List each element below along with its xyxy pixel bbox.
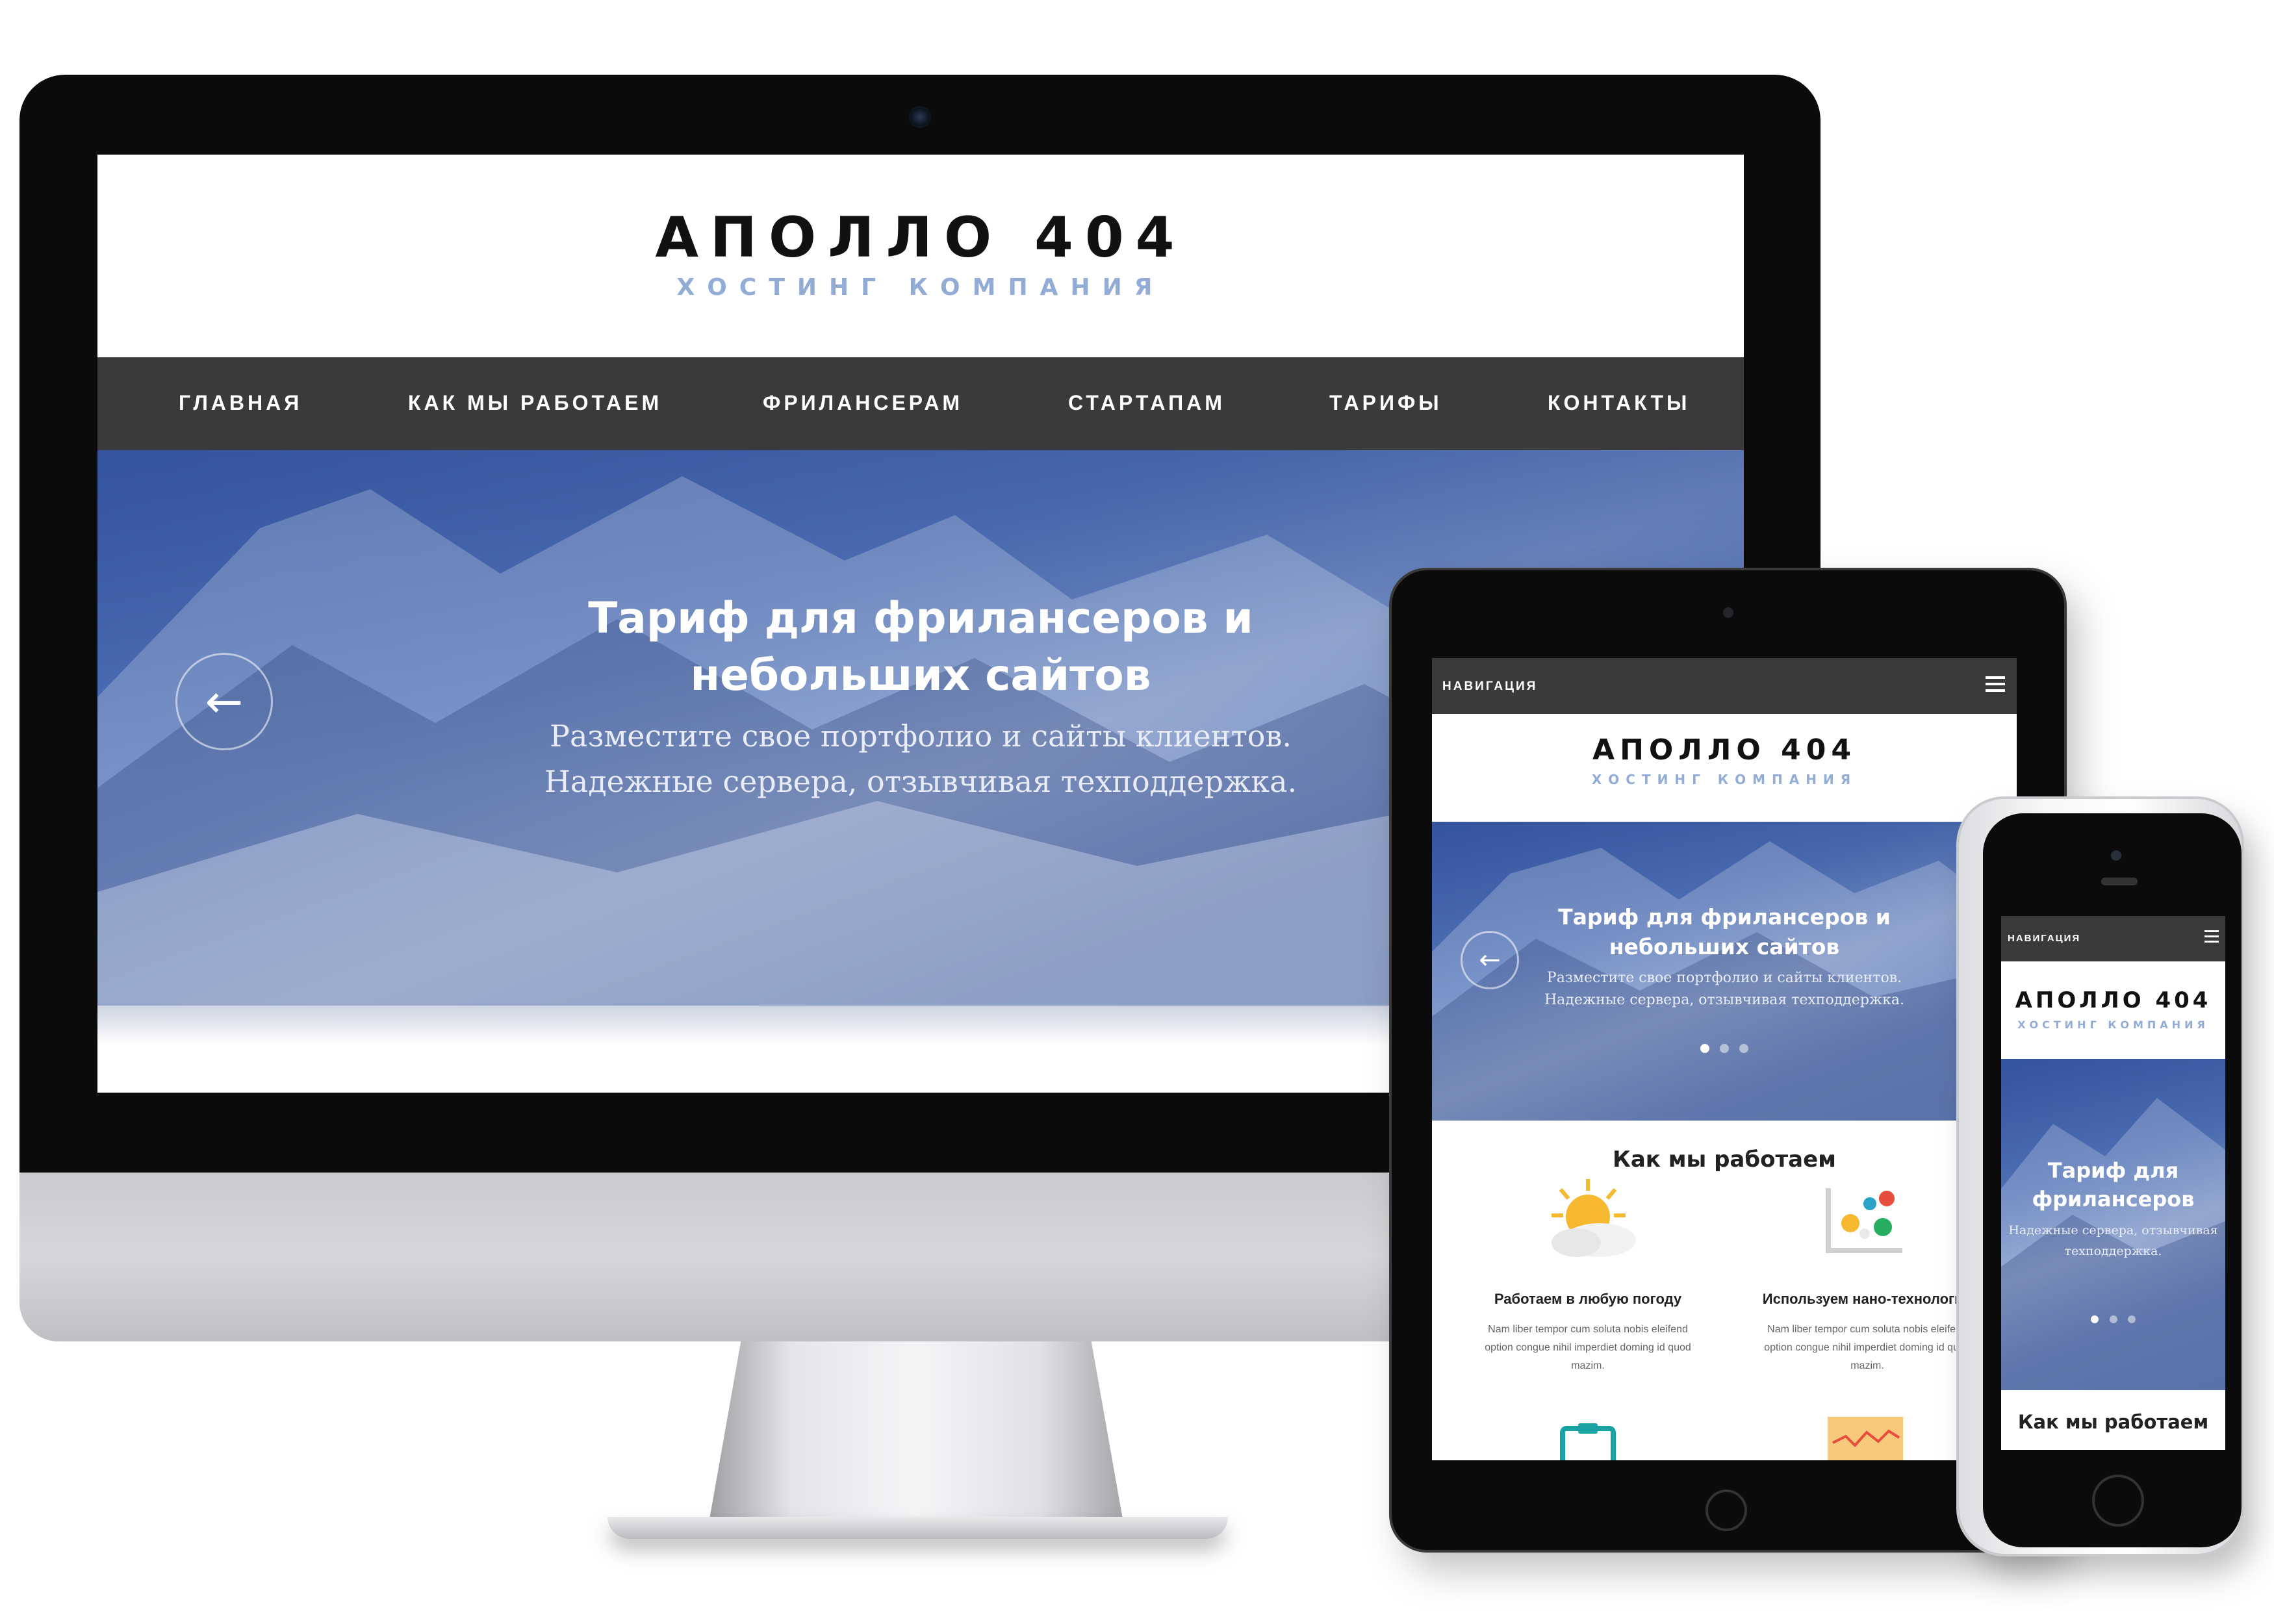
monitor-stand-base [607,1517,1228,1539]
home-button-icon[interactable] [1706,1490,1747,1531]
phone-speaker [2101,878,2138,885]
slider-prev-button[interactable]: ← [1461,931,1519,989]
slider-prev-button[interactable]: ← [175,653,273,750]
section-title: Как мы работаем [2017,1411,2209,1433]
home-button-icon[interactable] [2092,1475,2144,1527]
hamburger-icon[interactable] [2204,930,2219,943]
slider-dot[interactable] [1700,1044,1709,1053]
camera-icon [909,106,931,128]
nav-item-how-we-work[interactable]: КАК МЫ РАБОТАЕМ [408,391,662,415]
arrow-left-icon: ← [1479,945,1501,975]
feature-text-line: Nam liber tempor cum soluta nobis eleife… [1488,1324,1688,1335]
nav-item-freelancers[interactable]: ФРИЛАНСЕРАМ [763,391,963,415]
slider-dots [2001,1315,2225,1326]
phone-header: АПОЛЛО 404 ХОСТИНГ КОМПАНИЯ [2001,961,2225,1059]
phone-hero-title-line2: фрилансеров [2032,1187,2195,1212]
nav-item-home[interactable]: ГЛАВНАЯ [179,391,302,415]
feature1-text: Nam liber tempor cum soluta nobis eleife… [1458,1321,1718,1375]
hero-content: Тариф для фрилансеров Надежные сервера, … [2001,1156,2225,1262]
phone-nav-label: НАВИГАЦИЯ [2008,933,2081,944]
arrow-left-icon: ← [205,675,244,728]
tablet-header: АПОЛЛО 404 ХОСТИНГ КОМПАНИЯ [1432,714,2017,822]
feature1-title: Работаем в любую погоду [1494,1291,1682,1307]
logo-title: АПОЛЛО 404 [2015,987,2212,1013]
line-chart-icon [1826,1414,1904,1460]
phone-hero-slider: Тариф для фрилансеров Надежные сервера, … [2001,1059,2225,1390]
hero-title-line2: небольших сайтов [1609,934,1840,959]
nav-item-startups[interactable]: СТАРТАПАМ [1068,391,1225,415]
hero-subtitle-line1: Разместите свое портфолио и сайты клиент… [1546,970,1902,986]
hamburger-icon[interactable] [1986,676,2005,692]
tablet-navbar: НАВИГАЦИЯ [1432,658,2017,714]
feature-text-line: option congue nihil imperdiet doming id … [1764,1342,1971,1353]
logo-subtitle: ХОСТИНГ КОМПАНИЯ [676,274,1165,301]
phone-screen: НАВИГАЦИЯ АПОЛЛО 404 ХОСТИНГ КОМПАНИЯ Та… [2001,916,2225,1450]
slider-dots [1432,1044,2017,1056]
slider-dot[interactable] [1739,1044,1749,1053]
feature-text-line: option congue nihil imperdiet doming id … [1485,1342,1691,1353]
feature2-text: Nam liber tempor cum soluta nobis eleife… [1737,1321,1997,1375]
logo-subtitle: ХОСТИНГ КОМПАНИЯ [1591,772,1858,787]
hero-content: Тариф для фрилансеров и небольших сайтов… [1432,902,2017,1011]
phone-navbar: НАВИГАЦИЯ [2001,916,2225,961]
nav-item-contacts[interactable]: КОНТАКТЫ [1548,391,1690,415]
nav-item-tariffs[interactable]: ТАРИФЫ [1329,391,1442,415]
site-header: АПОЛЛО 404 ХОСТИНГ КОМПАНИЯ [97,155,1744,357]
phone-hero-title-line1: Тариф для [2047,1158,2179,1183]
logo-title: АПОЛЛО 404 [1592,733,1856,767]
tablet-screen: НАВИГАЦИЯ АПОЛЛО 404 ХОСТИНГ КОМПАНИЯ Та… [1432,658,2017,1460]
slider-dot[interactable] [2109,1315,2117,1323]
slider-dot[interactable] [2127,1315,2136,1323]
slider-dot[interactable] [2091,1315,2099,1323]
sun-cloud-icon [1537,1176,1641,1261]
phone-hero-subtitle-line1: Надежные сервера, отзывчивая [2008,1223,2218,1237]
tablet-hero-slider: Тариф для фрилансеров и небольших сайтов… [1432,822,2017,1121]
feature2-title: Используем нано-технологии [1762,1291,1973,1307]
camera-icon [1723,607,1733,618]
section-title: Как мы работаем [1613,1147,1836,1173]
monitor-stand [708,1338,1124,1527]
phone-hero-subtitle-line2: техподдержка. [2064,1244,2162,1258]
slider-dot[interactable] [1720,1044,1729,1053]
main-nav: ГЛАВНАЯ КАК МЫ РАБОТАЕМ ФРИЛАНСЕРАМ СТАР… [97,357,1744,450]
logo-title: АПОЛЛО 404 [655,205,1186,270]
logo-subtitle: ХОСТИНГ КОМПАНИЯ [2017,1019,2209,1031]
feature-text-line: Nam liber tempor cum soluta nobis eleife… [1767,1324,1967,1335]
hero-title-line1: Тариф для фрилансеров и [1558,904,1891,930]
camera-icon [2111,850,2121,861]
clipboard-icon [1559,1422,1617,1460]
bubbles-chart-icon [1822,1184,1906,1262]
feature-text-line: mazim. [1571,1360,1605,1371]
hero-subtitle-line2: Надежные сервера, отзывчивая техподдержк… [1544,992,1904,1008]
feature-text-line: mazim. [1850,1360,1884,1371]
tablet-nav-label: НАВИГАЦИЯ [1442,679,1538,693]
